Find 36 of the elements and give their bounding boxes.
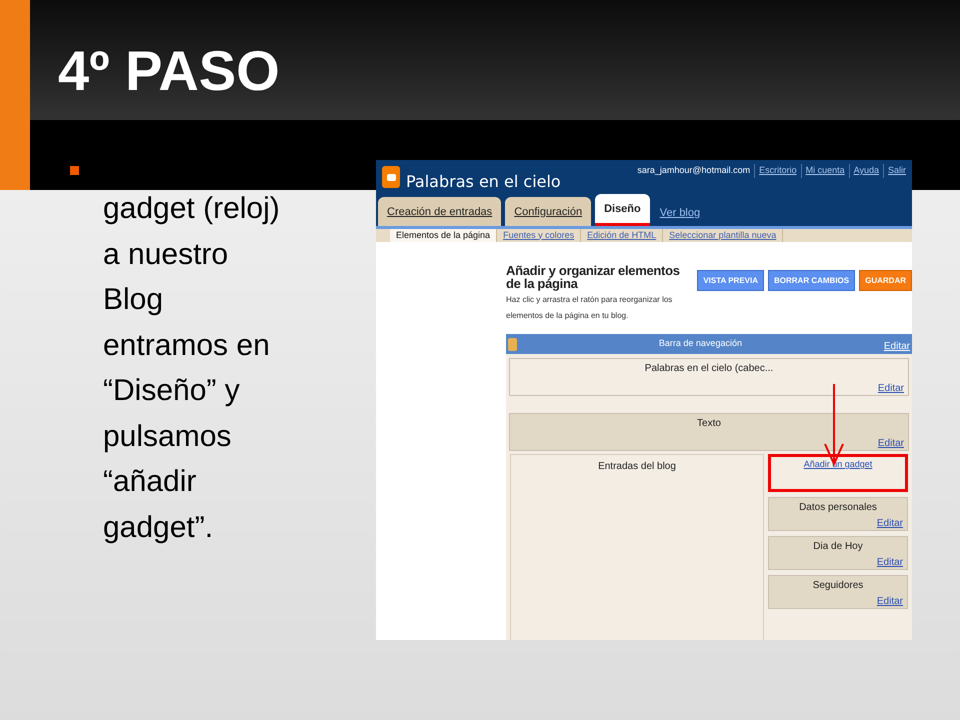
- edit-link[interactable]: Editar: [876, 596, 903, 608]
- blogger-logo-icon: [382, 166, 400, 188]
- edit-link[interactable]: Editar: [876, 556, 903, 569]
- view-blog-link[interactable]: Ver blog: [660, 205, 700, 222]
- page-description: Haz clic y arrastra el ratón para reorganizar los elementos de la página en tu blog.: [506, 294, 674, 322]
- gadget-title: Dia de Hoy: [812, 540, 864, 554]
- account-link[interactable]: Ayuda: [848, 164, 879, 178]
- action-button[interactable]: BORRAR CAMBIOS: [768, 270, 856, 291]
- bullet-text: gadget (reloj) a nuestro Blog entramos en “Diseño” y pulsamos “añadir gadget”.: [103, 191, 281, 546]
- blog-title: Palabras en el cielo: [406, 171, 561, 193]
- gadget-title: Datos personales: [798, 501, 878, 514]
- user-email: sara_jamhour@hotmail.com: [637, 164, 750, 177]
- gadget-title: Texto: [696, 417, 722, 430]
- account-link[interactable]: Mi cuenta: [800, 164, 845, 178]
- nav-tab[interactable]: Creación de entradas: [378, 197, 502, 226]
- subtab[interactable]: Elementos de la página: [390, 228, 498, 242]
- subtab[interactable]: Edición de HTML: [581, 228, 664, 242]
- edit-link[interactable]: Editar: [878, 438, 904, 450]
- account-link[interactable]: Salir: [882, 164, 906, 178]
- subtab[interactable]: Seleccionar plantilla nueva: [663, 228, 784, 242]
- subtab[interactable]: Fuentes y colores: [497, 228, 582, 242]
- page-heading: Añadir y organizar elementos de la página: [506, 264, 681, 290]
- account-link[interactable]: Escritorio: [754, 164, 797, 178]
- edit-link[interactable]: Editar: [884, 339, 910, 354]
- bullet-icon: [70, 166, 79, 175]
- column-title: Entradas del blog: [598, 460, 676, 474]
- nav-tab[interactable]: Diseño: [595, 194, 650, 226]
- blogger-logo-icon: [508, 338, 517, 350]
- nav-tab[interactable]: Configuración: [505, 197, 592, 226]
- edit-link[interactable]: Editar: [878, 382, 904, 395]
- gadget-title: Palabras en el cielo (cabec...: [644, 362, 774, 376]
- gadget-title: Barra de navegación: [658, 337, 743, 350]
- slide-title: 4º PASO: [58, 43, 280, 99]
- gadget-title: Seguidores: [812, 579, 864, 592]
- action-button[interactable]: VISTA PREVIA: [697, 270, 764, 291]
- edit-link[interactable]: Editar: [876, 518, 903, 530]
